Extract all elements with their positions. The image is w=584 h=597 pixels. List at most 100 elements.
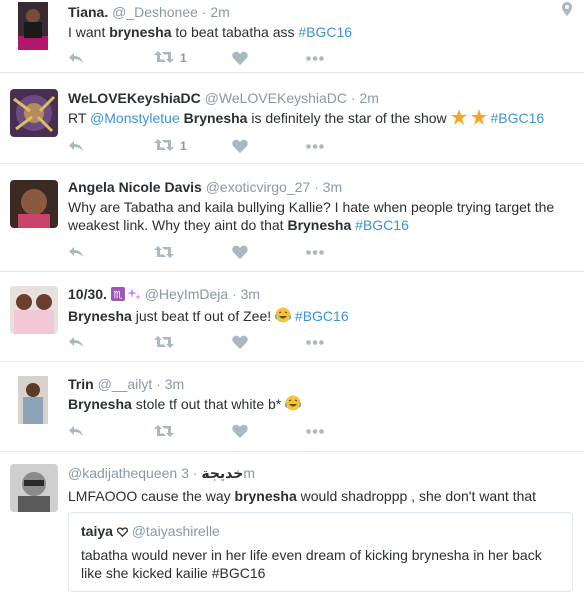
user-handle[interactable]: @kadijathequeen [68, 465, 177, 481]
display-name[interactable]: 10/30. [68, 286, 107, 302]
location-pin-icon[interactable] [562, 2, 572, 19]
crying-laughing-emoji-icon [285, 395, 302, 415]
retweet-icon[interactable] [154, 335, 232, 349]
highlighted-keyword: brynesha [109, 24, 172, 40]
user-handle[interactable]: @HeyImDeja [145, 286, 228, 302]
quoted-tweet-card[interactable]: taiya @taiyashirelle tabatha would never… [68, 512, 573, 592]
tweet-actions: 1 [68, 136, 324, 156]
tweet-text: Why are Tabatha and kaila bullying Kalli… [68, 198, 574, 234]
tweet-text: Brynesha just beat tf out of Zee! #BGC16 [68, 307, 574, 327]
reply-icon[interactable] [68, 245, 154, 259]
highlighted-keyword: Brynesha [287, 217, 352, 233]
display-name[interactable]: خديجة [201, 465, 243, 481]
text-segment: stole tf out that white b* [131, 396, 286, 412]
tweet-header: WeLOVEKeyshiaDC @WeLOVEKeyshiaDC · 2m [68, 89, 574, 107]
separator-dot: · [232, 286, 237, 302]
display-name[interactable]: WeLOVEKeyshiaDC [68, 90, 201, 106]
text-segment: would shadroppp , she don't want that [296, 488, 537, 504]
retweet-count: 1 [180, 51, 187, 65]
separator-dot: · [350, 90, 356, 106]
avatar[interactable] [10, 286, 58, 334]
retweet-button[interactable]: 1 [154, 50, 232, 67]
avatar[interactable] [10, 89, 58, 137]
text-segment: I want [68, 24, 110, 40]
user-handle[interactable]: @__ailyt [98, 376, 153, 392]
tweet[interactable]: Trin @__ailyt · 3m Brynesha stole tf out… [0, 362, 584, 452]
tweet-header: 10/30. ♏ @HeyImDeja · 3m [68, 285, 574, 305]
reply-icon[interactable] [68, 51, 154, 65]
highlighted-keyword: Brynesha [183, 110, 248, 126]
tweet-text: LMFAOOO cause the way brynesha would sha… [68, 487, 574, 505]
tweet-header: Angela Nicole Davis @exoticvirgo_27 · 3m [68, 178, 574, 196]
separator-dot: · [314, 179, 319, 195]
separator-dot: · [201, 4, 207, 20]
retweet-icon [154, 138, 174, 155]
tweet-timestamp[interactable]: 2m [359, 90, 378, 106]
hashtag-link[interactable]: #BGC16 [298, 24, 352, 40]
more-dots-icon[interactable] [306, 339, 324, 345]
text-segment: LMFAOOO cause the way [68, 488, 235, 504]
tweet[interactable]: Tiana. @_Deshonee · 2m I want brynesha t… [0, 0, 584, 73]
retweet-icon [154, 50, 174, 67]
user-handle[interactable]: @_Deshonee [112, 4, 198, 20]
heart-outline-icon [116, 523, 128, 541]
tweet-text: I want brynesha to beat tabatha ass #BGC… [68, 23, 574, 41]
tweet-text: RT @Monstyletue Brynesha is definitely t… [68, 109, 574, 129]
text-segment: is definitely the star of the show [247, 110, 451, 126]
display-name[interactable]: Angela Nicole Davis [68, 179, 202, 195]
tweet-header: @kadijathequeen خديجة · 3m [68, 464, 574, 482]
scorpio-emoji-icon: ♏ [110, 287, 125, 305]
text-segment: RT [68, 110, 91, 126]
crying-laughing-emoji-icon [274, 307, 292, 327]
avatar[interactable] [10, 464, 58, 512]
display-name[interactable]: Tiana. [68, 4, 108, 20]
tweet-timestamp[interactable]: 3m [165, 376, 184, 392]
text-segment: just beat tf out of Zee! [131, 308, 276, 324]
heart-icon[interactable] [232, 245, 306, 259]
tweet-feed: Tiana. @_Deshonee · 2m I want brynesha t… [0, 0, 584, 597]
tweet-actions: 1 [68, 48, 324, 68]
more-dots-icon[interactable] [306, 428, 324, 434]
more-dots-icon[interactable] [306, 249, 324, 255]
hashtag-link[interactable]: #BGC16 [490, 110, 544, 126]
hashtag-link[interactable]: #BGC16 [355, 217, 409, 233]
highlighted-keyword: Brynesha [68, 308, 132, 324]
heart-icon[interactable] [232, 51, 306, 65]
display-name[interactable]: Trin [68, 376, 94, 392]
hashtag-link[interactable]: #BGC16 [295, 308, 349, 324]
tweet[interactable]: Angela Nicole Davis @exoticvirgo_27 · 3m… [0, 164, 584, 272]
quoted-display-name: taiya [81, 523, 113, 539]
tweet-actions [68, 421, 324, 441]
more-dots-icon[interactable] [306, 55, 324, 61]
reply-icon[interactable] [68, 335, 154, 349]
avatar[interactable] [18, 376, 48, 424]
separator-dot: · [192, 465, 198, 481]
retweet-icon[interactable] [154, 245, 232, 259]
tweet[interactable]: 10/30. ♏ @HeyImDeja · 3m Brynesha just b… [0, 272, 584, 362]
tweet-timestamp[interactable]: 3m [323, 179, 342, 195]
star-emoji-icon [470, 109, 487, 129]
more-dots-icon[interactable] [306, 143, 324, 149]
retweet-count: 1 [180, 139, 187, 153]
sparkles-emoji-icon [126, 287, 141, 305]
tweet[interactable]: WeLOVEKeyshiaDC @WeLOVEKeyshiaDC · 2m RT… [0, 73, 584, 164]
retweet-button[interactable]: 1 [154, 138, 232, 155]
retweet-icon[interactable] [154, 424, 232, 438]
heart-icon[interactable] [232, 139, 306, 153]
avatar[interactable] [10, 180, 58, 228]
reply-icon[interactable] [68, 139, 154, 153]
mention-link[interactable]: @Monstyletue [90, 110, 180, 126]
user-handle[interactable]: @exoticvirgo_27 [206, 179, 311, 195]
heart-icon[interactable] [232, 335, 306, 349]
tweet-text: Brynesha stole tf out that white b* [68, 395, 574, 415]
quoted-tweet-header: taiya @taiyashirelle [81, 522, 560, 541]
text-segment: to beat tabatha ass [171, 24, 299, 40]
tweet-timestamp[interactable]: 3m [241, 286, 260, 302]
separator-dot: · [156, 376, 161, 392]
tweet-timestamp[interactable]: 2m [210, 4, 229, 20]
avatar[interactable] [18, 2, 48, 50]
user-handle[interactable]: @WeLOVEKeyshiaDC [205, 90, 347, 106]
reply-icon[interactable] [68, 424, 154, 438]
tweet[interactable]: @kadijathequeen خديجة · 3m LMFAOOO cause… [0, 452, 584, 597]
heart-icon[interactable] [232, 424, 306, 438]
